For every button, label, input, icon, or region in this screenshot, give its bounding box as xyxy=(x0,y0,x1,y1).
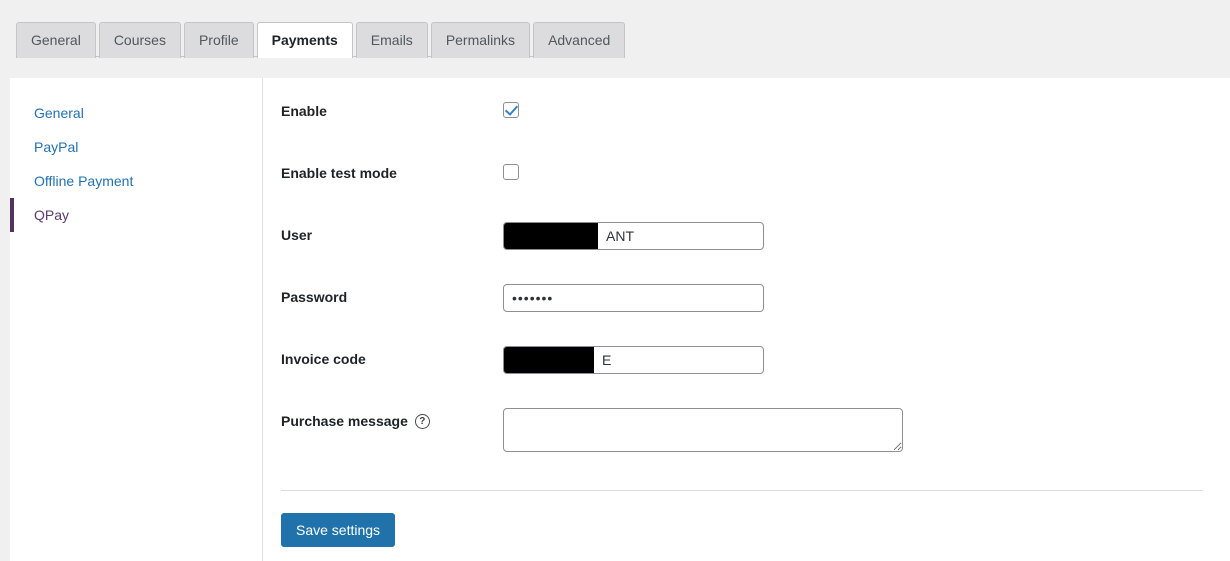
tab-general[interactable]: General xyxy=(16,22,96,58)
field-row-user: User xyxy=(281,218,1230,280)
password-label: Password xyxy=(281,280,503,306)
purchase-message-label: Purchase message ? xyxy=(281,404,503,430)
sidebar-item-qpay[interactable]: QPay xyxy=(10,198,262,232)
tab-courses[interactable]: Courses xyxy=(99,22,181,58)
enable-test-mode-control xyxy=(503,156,1230,180)
enable-test-mode-checkbox[interactable] xyxy=(503,164,519,180)
tab-payments[interactable]: Payments xyxy=(257,22,353,58)
tab-list: General Courses Profile Payments Emails … xyxy=(16,21,625,57)
field-row-invoice-code: Invoice code xyxy=(281,342,1230,404)
purchase-message-label-text: Purchase message xyxy=(281,412,408,430)
enable-label: Enable xyxy=(281,94,503,120)
invoice-code-label: Invoice code xyxy=(281,342,503,368)
invoice-code-control xyxy=(503,342,1230,374)
password-control xyxy=(503,280,1230,312)
qpay-settings-form: Enable Enable test mode User Password In xyxy=(263,78,1230,561)
sidebar-item-paypal[interactable]: PayPal xyxy=(10,130,262,164)
sidebar-item-general[interactable]: General xyxy=(10,96,262,130)
purchase-message-control xyxy=(503,404,1230,457)
enable-checkbox[interactable] xyxy=(503,102,519,118)
form-divider xyxy=(281,490,1203,491)
payments-sidebar: General PayPal Offline Payment QPay xyxy=(10,78,263,561)
save-settings-button[interactable]: Save settings xyxy=(281,513,395,547)
field-row-enable-test-mode: Enable test mode xyxy=(281,156,1230,218)
help-circle-icon[interactable]: ? xyxy=(415,414,430,429)
purchase-message-textarea[interactable] xyxy=(503,408,903,452)
field-row-password: Password xyxy=(281,280,1230,342)
tab-permalinks[interactable]: Permalinks xyxy=(431,22,530,58)
sidebar-item-offline-payment[interactable]: Offline Payment xyxy=(10,164,262,198)
enable-test-mode-label: Enable test mode xyxy=(281,156,503,182)
user-control xyxy=(503,218,1230,250)
user-input[interactable] xyxy=(503,222,764,250)
invoice-code-input[interactable] xyxy=(503,346,764,374)
field-row-enable: Enable xyxy=(281,94,1230,156)
user-label: User xyxy=(281,218,503,244)
enable-control xyxy=(503,94,1230,118)
tab-advanced[interactable]: Advanced xyxy=(533,22,625,58)
tab-emails[interactable]: Emails xyxy=(356,22,428,58)
settings-tab-bar: General Courses Profile Payments Emails … xyxy=(0,0,1230,57)
password-input[interactable] xyxy=(503,284,764,312)
settings-card: General PayPal Offline Payment QPay Enab… xyxy=(10,78,1230,561)
tab-profile[interactable]: Profile xyxy=(184,22,254,58)
field-row-purchase-message: Purchase message ? xyxy=(281,404,1230,466)
